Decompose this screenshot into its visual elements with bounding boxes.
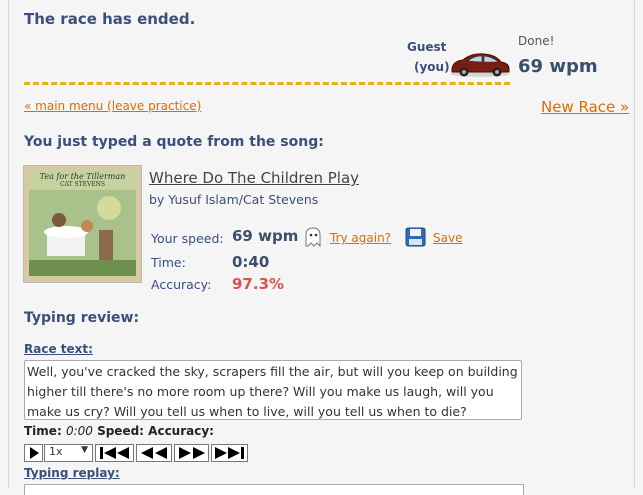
race-text-area[interactable]: Well, you've cracked the sky, scrapers f… [24, 360, 522, 420]
rewind-icon [141, 447, 167, 459]
replay-speed-label: Speed: [97, 424, 144, 438]
album-artwork-icon [29, 190, 136, 276]
replay-time-value: 0:00 [65, 424, 93, 438]
replay-time-label: Time: [24, 424, 62, 438]
race-wpm: 69 wpm [518, 56, 598, 77]
race-track [24, 82, 510, 85]
player-name: Guest [407, 40, 447, 54]
try-again-link[interactable]: Try again? [330, 231, 391, 245]
quote-heading: You just typed a quote from the song: [24, 134, 324, 150]
rewind-button[interactable] [136, 444, 172, 462]
new-race-link[interactable]: New Race » [541, 98, 629, 116]
replay-accuracy-label: Accuracy: [148, 424, 214, 438]
speed-value: 69 wpm [232, 227, 299, 245]
typing-replay-area [24, 484, 524, 495]
replay-speed-select[interactable]: 1x ▼ [44, 444, 93, 462]
done-label: Done! [518, 34, 555, 48]
save-link[interactable]: Save [433, 231, 462, 245]
time-label: Time: [151, 255, 186, 270]
replay-speed-value: 1x [49, 445, 63, 458]
player-tag: (you) [414, 60, 450, 74]
fast-forward-button[interactable] [174, 444, 209, 462]
skip-to-end-icon [214, 447, 244, 459]
typing-replay-label: Typing replay: [24, 466, 120, 480]
speed-label: Your speed: [151, 231, 224, 246]
save-icon[interactable] [405, 227, 426, 247]
typing-review-heading: Typing review: [24, 310, 140, 326]
race-text-label: Race text: [24, 342, 93, 356]
main-menu-link[interactable]: « main menu (leave practice) [24, 99, 201, 113]
album-cover: Tea for the Tillerman CAT STEVENS [23, 165, 142, 283]
album-artist-text: CAT STEVENS [59, 181, 106, 188]
time-value: 0:40 [232, 253, 270, 271]
accuracy-label: Accuracy: [151, 277, 212, 292]
skip-to-end-button[interactable] [211, 444, 248, 462]
chevron-down-icon: ▼ [81, 445, 88, 455]
play-icon [29, 447, 39, 459]
skip-to-start-icon [99, 447, 129, 459]
album-title-text: Tea for the Tillerman [39, 172, 126, 181]
race-car-icon [451, 53, 510, 77]
play-button[interactable] [24, 444, 43, 462]
skip-to-start-button[interactable] [95, 444, 134, 462]
replay-stats: Time: 0:00 Speed: Accuracy: [24, 424, 214, 438]
song-artist: by Yusuf Islam/Cat Stevens [149, 192, 319, 207]
accuracy-value: 97.3% [232, 275, 285, 293]
race-status: The race has ended. [24, 10, 196, 28]
fast-forward-icon [178, 447, 205, 459]
ghost-icon[interactable] [302, 226, 324, 248]
song-title-link[interactable]: Where Do The Children Play [149, 169, 359, 187]
